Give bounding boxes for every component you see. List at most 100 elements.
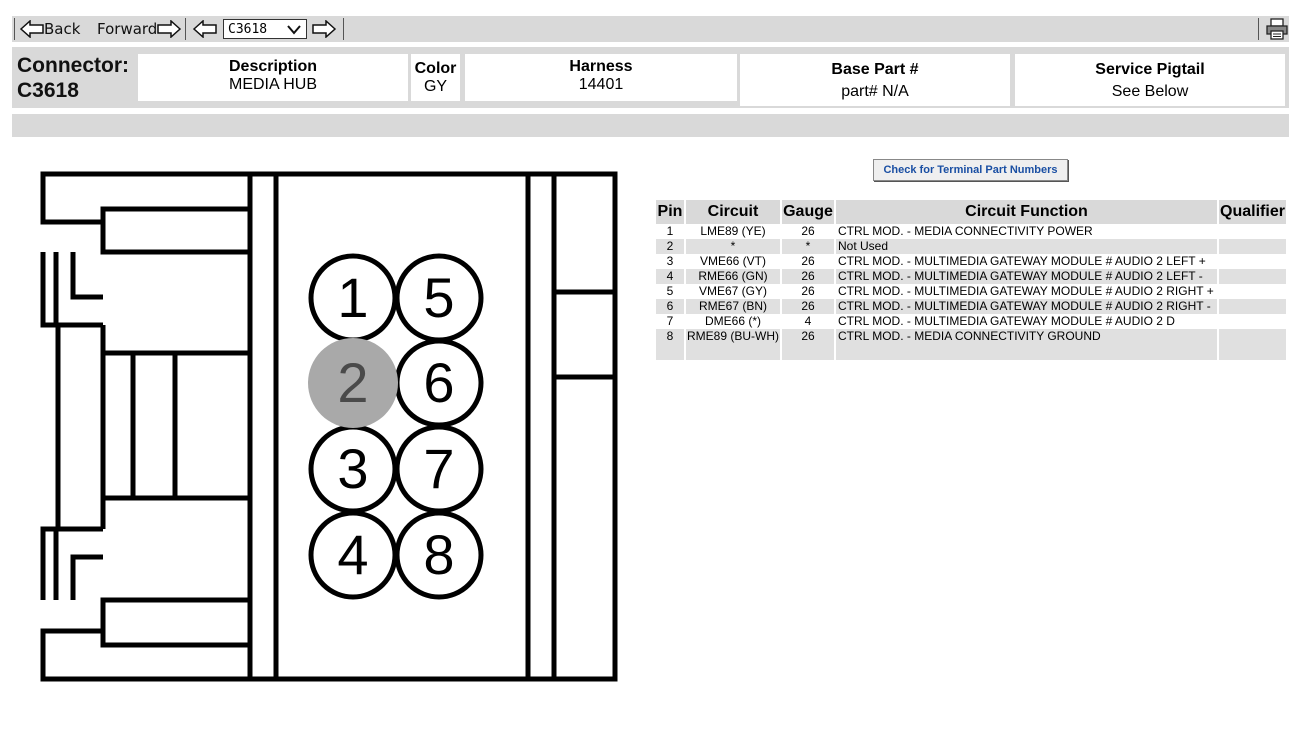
harness-value: 14401 <box>578 76 624 93</box>
column-header-qualifier: Qualifier <box>1219 200 1286 224</box>
circuit-function-cell: CTRL MOD. - MEDIA CONNECTIVITY POWER <box>836 224 1217 239</box>
service-pigtail-cell: Service Pigtail See Below <box>1015 54 1285 106</box>
column-header-circuit-function: Circuit Function <box>836 200 1217 224</box>
description-value: MEDIA HUB <box>228 76 317 93</box>
gauge-cell: 26 <box>782 224 834 239</box>
pin-cell: 4 <box>656 269 684 284</box>
gauge-cell: 26 <box>782 299 834 314</box>
column-header-pin: Pin <box>656 200 684 224</box>
harness-label: Harness <box>569 58 633 75</box>
circuit-cell: * <box>686 239 780 254</box>
footer-cell <box>782 344 834 360</box>
table-row: 7 DME66 (*) 4 CTRL MOD. - MULTIMEDIA GATEWA… <box>656 314 1286 329</box>
prev-connector-button[interactable] <box>193 19 217 39</box>
footer-cell <box>836 344 1217 360</box>
toolbar-divider <box>343 18 344 40</box>
circuit-function-cell: Not Used <box>836 239 1217 254</box>
circuit-cell: LME89 (YE) <box>686 224 780 239</box>
service-pigtail-value[interactable]: See Below <box>1015 79 1285 101</box>
footer-cell <box>686 344 780 360</box>
pin-cell: 7 <box>656 314 684 329</box>
color-label: Color <box>414 60 457 77</box>
color-cell: Color GY <box>411 54 460 101</box>
pin-number-8: 8 <box>423 523 454 586</box>
column-header-gauge: Gauge <box>782 200 834 224</box>
circuit-cell: RME66 (GN) <box>686 269 780 284</box>
description-label: Description <box>228 58 317 75</box>
harness-cell: Harness 14401 <box>465 54 737 101</box>
circuit-function-cell: CTRL MOD. - MULTIMEDIA GATEWAY MODULE # … <box>836 314 1217 329</box>
circuit-function-cell: CTRL MOD. - MEDIA CONNECTIVITY GROUND <box>836 329 1217 344</box>
circuit-cell: DME66 (*) <box>686 314 780 329</box>
chevron-down-icon <box>287 25 301 35</box>
circuit-function-cell: CTRL MOD. - MULTIMEDIA GATEWAY MODULE # … <box>836 284 1217 299</box>
qualifier-cell <box>1219 329 1286 344</box>
circuit-function-cell: CTRL MOD. - MULTIMEDIA GATEWAY MODULE # … <box>836 269 1217 284</box>
connector-select-value: C3618 <box>228 21 268 37</box>
base-part-value: part# N/A <box>841 83 909 100</box>
qualifier-cell <box>1219 284 1286 299</box>
gauge-cell: 26 <box>782 329 834 344</box>
pin-number-5: 5 <box>423 266 454 329</box>
pin-number-7: 7 <box>423 437 454 500</box>
back-label: Back <box>44 20 81 38</box>
table-row: 6 RME67 (BN) 26 CTRL MOD. - MULTIMEDIA GATE… <box>656 299 1286 314</box>
qualifier-cell <box>1219 269 1286 284</box>
connector-select[interactable]: C3618 <box>223 19 307 39</box>
base-part-cell: Base Part # part# N/A <box>740 54 1010 106</box>
gauge-cell: 4 <box>782 314 834 329</box>
pin-number-6: 6 <box>423 351 454 414</box>
gauge-cell: * <box>782 239 834 254</box>
description-cell: Description MEDIA HUB <box>138 54 408 101</box>
connector-id: C3618 <box>17 79 79 102</box>
qualifier-cell <box>1219 299 1286 314</box>
connector-header: Connector: C3618 Description MEDIA HUB C… <box>12 47 1289 108</box>
pin-cell: 2 <box>656 239 684 254</box>
back-button[interactable]: Back <box>20 19 80 39</box>
arrow-right-icon <box>312 20 336 38</box>
qualifier-cell <box>1219 239 1286 254</box>
print-button[interactable] <box>1265 18 1289 40</box>
circuit-cell: VME67 (GY) <box>686 284 780 299</box>
circuit-cell: RME67 (BN) <box>686 299 780 314</box>
pin-number-1: 1 <box>337 266 368 329</box>
pin-number-3: 3 <box>337 437 368 500</box>
table-row: 3 VME66 (VT) 26 CTRL MOD. - MULTIMEDIA GATE… <box>656 254 1286 269</box>
pin-cell: 1 <box>656 224 684 239</box>
circuit-cell: RME89 (BU-WH) <box>686 329 780 344</box>
toolbar-divider <box>1258 18 1259 40</box>
pin-cell: 5 <box>656 284 684 299</box>
qualifier-cell <box>1219 224 1286 239</box>
printer-icon <box>1266 18 1288 40</box>
check-terminal-part-numbers-button[interactable]: Check for Terminal Part Numbers <box>873 159 1068 181</box>
connector-outline <box>40 171 618 682</box>
pin-table-header: Pin Circuit Gauge Circuit Function Quali… <box>656 200 1286 224</box>
table-footer-row <box>656 344 1286 360</box>
toolbar-divider <box>14 18 15 40</box>
gauge-cell: 26 <box>782 254 834 269</box>
circuit-function-cell: CTRL MOD. - MULTIMEDIA GATEWAY MODULE # … <box>836 299 1217 314</box>
footer-cell <box>656 344 684 360</box>
forward-button[interactable]: Forward <box>97 19 182 39</box>
service-pigtail-label: Service Pigtail <box>1095 61 1205 78</box>
arrow-right-icon <box>157 20 182 38</box>
header-band <box>12 114 1289 137</box>
circuit-cell: VME66 (VT) <box>686 254 780 269</box>
table-row: 8 RME89 (BU-WH) 26 CTRL MOD. - MEDIA CONNEC… <box>656 329 1286 344</box>
color-value: GY <box>423 78 448 95</box>
table-row: 4 RME66 (GN) 26 CTRL MOD. - MULTIMEDIA GATE… <box>656 269 1286 284</box>
footer-cell <box>1219 344 1286 360</box>
gauge-cell: 26 <box>782 284 834 299</box>
toolbar: Back Forward C3618 <box>12 16 1289 42</box>
base-part-label: Base Part # <box>831 61 919 78</box>
connector-face-svg: 1 5 63 74 8 2 <box>40 171 618 682</box>
pin-table: Pin Circuit Gauge Circuit Function Quali… <box>654 200 1288 360</box>
next-connector-button[interactable] <box>312 19 336 39</box>
gauge-cell: 26 <box>782 269 834 284</box>
connector-title: Connector: C3618 <box>17 53 129 103</box>
pin-cell: 3 <box>656 254 684 269</box>
forward-label: Forward <box>97 20 158 38</box>
pin-number-4: 4 <box>337 523 368 586</box>
column-header-circuit: Circuit <box>686 200 780 224</box>
connector-diagram: 15 63748 2 <box>38 167 623 692</box>
